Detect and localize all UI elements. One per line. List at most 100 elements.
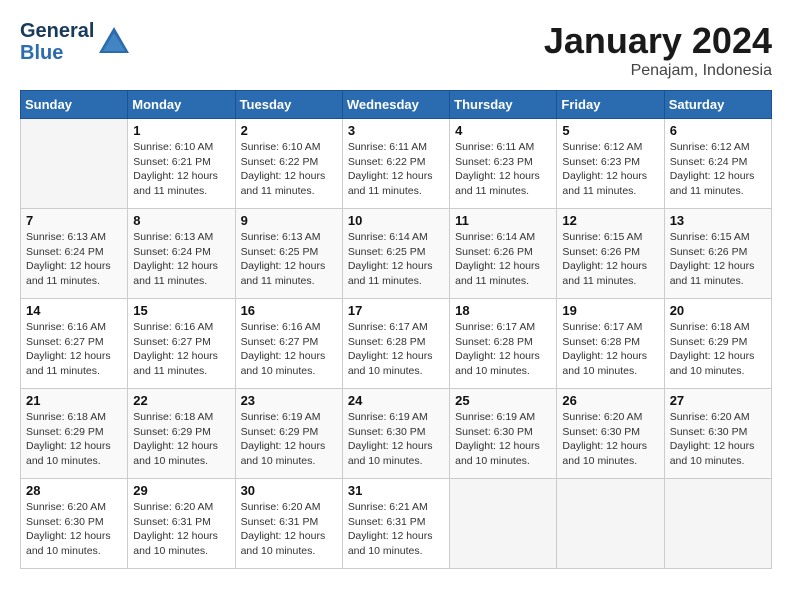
day-info: Sunrise: 6:13 AMSunset: 6:25 PMDaylight:… — [241, 230, 337, 289]
logo-blue: Blue — [20, 42, 94, 64]
day-number: 21 — [26, 393, 122, 408]
calendar-cell: 1 Sunrise: 6:10 AMSunset: 6:21 PMDaylight… — [128, 119, 235, 209]
day-info: Sunrise: 6:21 AMSunset: 6:31 PMDaylight:… — [348, 500, 444, 559]
day-info: Sunrise: 6:13 AMSunset: 6:24 PMDaylight:… — [26, 230, 122, 289]
calendar-cell: 24Sunrise: 6:19 AMSunset: 6:30 PMDayligh… — [342, 389, 449, 479]
day-header-saturday: Saturday — [664, 91, 771, 119]
calendar-cell: 7 Sunrise: 6:13 AMSunset: 6:24 PMDaylight… — [21, 209, 128, 299]
day-number: 7 — [26, 213, 122, 228]
day-number: 19 — [562, 303, 658, 318]
calendar-cell: 31Sunrise: 6:21 AMSunset: 6:31 PMDayligh… — [342, 479, 449, 569]
day-number: 17 — [348, 303, 444, 318]
calendar-table: SundayMondayTuesdayWednesdayThursdayFrid… — [20, 90, 772, 569]
day-info: Sunrise: 6:16 AMSunset: 6:27 PMDaylight:… — [241, 320, 337, 379]
day-number: 9 — [241, 213, 337, 228]
calendar-cell: 11 Sunrise: 6:14 AMSunset: 6:26 PMDayligh… — [450, 209, 557, 299]
calendar-cell: 29 Sunrise: 6:20 AMSunset: 6:31 PMDayligh… — [128, 479, 235, 569]
day-info: Sunrise: 6:12 AMSunset: 6:23 PMDaylight:… — [562, 140, 658, 199]
calendar-cell: 18 Sunrise: 6:17 AMSunset: 6:28 PMDayligh… — [450, 299, 557, 389]
calendar-cell — [450, 479, 557, 569]
day-number: 30 — [241, 483, 337, 498]
day-header-monday: Monday — [128, 91, 235, 119]
calendar-cell: 2Sunrise: 6:10 AMSunset: 6:22 PMDaylight… — [235, 119, 342, 209]
day-header-thursday: Thursday — [450, 91, 557, 119]
day-number: 15 — [133, 303, 229, 318]
day-info: Sunrise: 6:12 AMSunset: 6:24 PMDaylight:… — [670, 140, 766, 199]
day-number: 14 — [26, 303, 122, 318]
calendar-cell: 19 Sunrise: 6:17 AMSunset: 6:28 PMDayligh… — [557, 299, 664, 389]
calendar-cell: 22 Sunrise: 6:18 AMSunset: 6:29 PMDayligh… — [128, 389, 235, 479]
day-number: 4 — [455, 123, 551, 138]
calendar-cell: 8 Sunrise: 6:13 AMSunset: 6:24 PMDaylight… — [128, 209, 235, 299]
month-title: January 2024 — [544, 20, 772, 62]
day-number: 27 — [670, 393, 766, 408]
calendar-cell: 20Sunrise: 6:18 AMSunset: 6:29 PMDayligh… — [664, 299, 771, 389]
day-number: 3 — [348, 123, 444, 138]
calendar-cell: 16 Sunrise: 6:16 AMSunset: 6:27 PMDayligh… — [235, 299, 342, 389]
calendar-week-4: 21 Sunrise: 6:18 AMSunset: 6:29 PMDayligh… — [21, 389, 772, 479]
calendar-cell: 17 Sunrise: 6:17 AMSunset: 6:28 PMDayligh… — [342, 299, 449, 389]
day-number: 12 — [562, 213, 658, 228]
calendar-header-row: SundayMondayTuesdayWednesdayThursdayFrid… — [21, 91, 772, 119]
day-number: 13 — [670, 213, 766, 228]
location: Penajam, Indonesia — [544, 62, 772, 80]
day-info: Sunrise: 6:14 AMSunset: 6:25 PMDaylight:… — [348, 230, 444, 289]
day-info: Sunrise: 6:20 AMSunset: 6:30 PMDaylight:… — [26, 500, 122, 559]
day-number: 16 — [241, 303, 337, 318]
day-info: Sunrise: 6:17 AMSunset: 6:28 PMDaylight:… — [348, 320, 444, 379]
day-header-tuesday: Tuesday — [235, 91, 342, 119]
day-number: 5 — [562, 123, 658, 138]
day-number: 11 — [455, 213, 551, 228]
day-info: Sunrise: 6:19 AMSunset: 6:30 PMDaylight:… — [455, 410, 551, 469]
day-info: Sunrise: 6:15 AMSunset: 6:26 PMDaylight:… — [670, 230, 766, 289]
calendar-week-5: 28Sunrise: 6:20 AMSunset: 6:30 PMDayligh… — [21, 479, 772, 569]
calendar-week-1: 1 Sunrise: 6:10 AMSunset: 6:21 PMDaylight… — [21, 119, 772, 209]
day-info: Sunrise: 6:17 AMSunset: 6:28 PMDaylight:… — [455, 320, 551, 379]
day-info: Sunrise: 6:13 AMSunset: 6:24 PMDaylight:… — [133, 230, 229, 289]
day-info: Sunrise: 6:14 AMSunset: 6:26 PMDaylight:… — [455, 230, 551, 289]
calendar-cell: 26 Sunrise: 6:20 AMSunset: 6:30 PMDayligh… — [557, 389, 664, 479]
logo: General Blue — [20, 20, 131, 64]
calendar-week-3: 14 Sunrise: 6:16 AMSunset: 6:27 PMDayligh… — [21, 299, 772, 389]
calendar-cell: 21 Sunrise: 6:18 AMSunset: 6:29 PMDayligh… — [21, 389, 128, 479]
day-info: Sunrise: 6:11 AMSunset: 6:22 PMDaylight:… — [348, 140, 444, 199]
day-info: Sunrise: 6:18 AMSunset: 6:29 PMDaylight:… — [670, 320, 766, 379]
page-header: General Blue January 2024 Penajam, Indon… — [20, 20, 772, 80]
day-info: Sunrise: 6:16 AMSunset: 6:27 PMDaylight:… — [26, 320, 122, 379]
day-info: Sunrise: 6:20 AMSunset: 6:31 PMDaylight:… — [241, 500, 337, 559]
calendar-cell: 28Sunrise: 6:20 AMSunset: 6:30 PMDayligh… — [21, 479, 128, 569]
day-number: 24 — [348, 393, 444, 408]
calendar-cell — [557, 479, 664, 569]
day-number: 25 — [455, 393, 551, 408]
day-number: 8 — [133, 213, 229, 228]
day-info: Sunrise: 6:20 AMSunset: 6:31 PMDaylight:… — [133, 500, 229, 559]
day-header-sunday: Sunday — [21, 91, 128, 119]
day-number: 26 — [562, 393, 658, 408]
calendar-cell: 6 Sunrise: 6:12 AMSunset: 6:24 PMDaylight… — [664, 119, 771, 209]
day-info: Sunrise: 6:18 AMSunset: 6:29 PMDaylight:… — [26, 410, 122, 469]
day-info: Sunrise: 6:10 AMSunset: 6:22 PMDaylight:… — [241, 140, 337, 199]
day-info: Sunrise: 6:20 AMSunset: 6:30 PMDaylight:… — [562, 410, 658, 469]
calendar-cell: 13 Sunrise: 6:15 AMSunset: 6:26 PMDayligh… — [664, 209, 771, 299]
calendar-cell: 10 Sunrise: 6:14 AMSunset: 6:25 PMDayligh… — [342, 209, 449, 299]
day-info: Sunrise: 6:18 AMSunset: 6:29 PMDaylight:… — [133, 410, 229, 469]
calendar-cell: 27Sunrise: 6:20 AMSunset: 6:30 PMDayligh… — [664, 389, 771, 479]
calendar-cell: 25 Sunrise: 6:19 AMSunset: 6:30 PMDayligh… — [450, 389, 557, 479]
day-number: 1 — [133, 123, 229, 138]
day-info: Sunrise: 6:10 AMSunset: 6:21 PMDaylight:… — [133, 140, 229, 199]
day-number: 10 — [348, 213, 444, 228]
day-info: Sunrise: 6:17 AMSunset: 6:28 PMDaylight:… — [562, 320, 658, 379]
day-header-friday: Friday — [557, 91, 664, 119]
day-number: 29 — [133, 483, 229, 498]
day-header-wednesday: Wednesday — [342, 91, 449, 119]
calendar-week-2: 7 Sunrise: 6:13 AMSunset: 6:24 PMDaylight… — [21, 209, 772, 299]
day-number: 18 — [455, 303, 551, 318]
calendar-cell: 9 Sunrise: 6:13 AMSunset: 6:25 PMDaylight… — [235, 209, 342, 299]
calendar-cell: 15Sunrise: 6:16 AMSunset: 6:27 PMDayligh… — [128, 299, 235, 389]
day-number: 22 — [133, 393, 229, 408]
calendar-cell: 23Sunrise: 6:19 AMSunset: 6:29 PMDayligh… — [235, 389, 342, 479]
day-number: 6 — [670, 123, 766, 138]
calendar-cell: 14 Sunrise: 6:16 AMSunset: 6:27 PMDayligh… — [21, 299, 128, 389]
day-number: 23 — [241, 393, 337, 408]
calendar-cell: 4Sunrise: 6:11 AMSunset: 6:23 PMDaylight… — [450, 119, 557, 209]
